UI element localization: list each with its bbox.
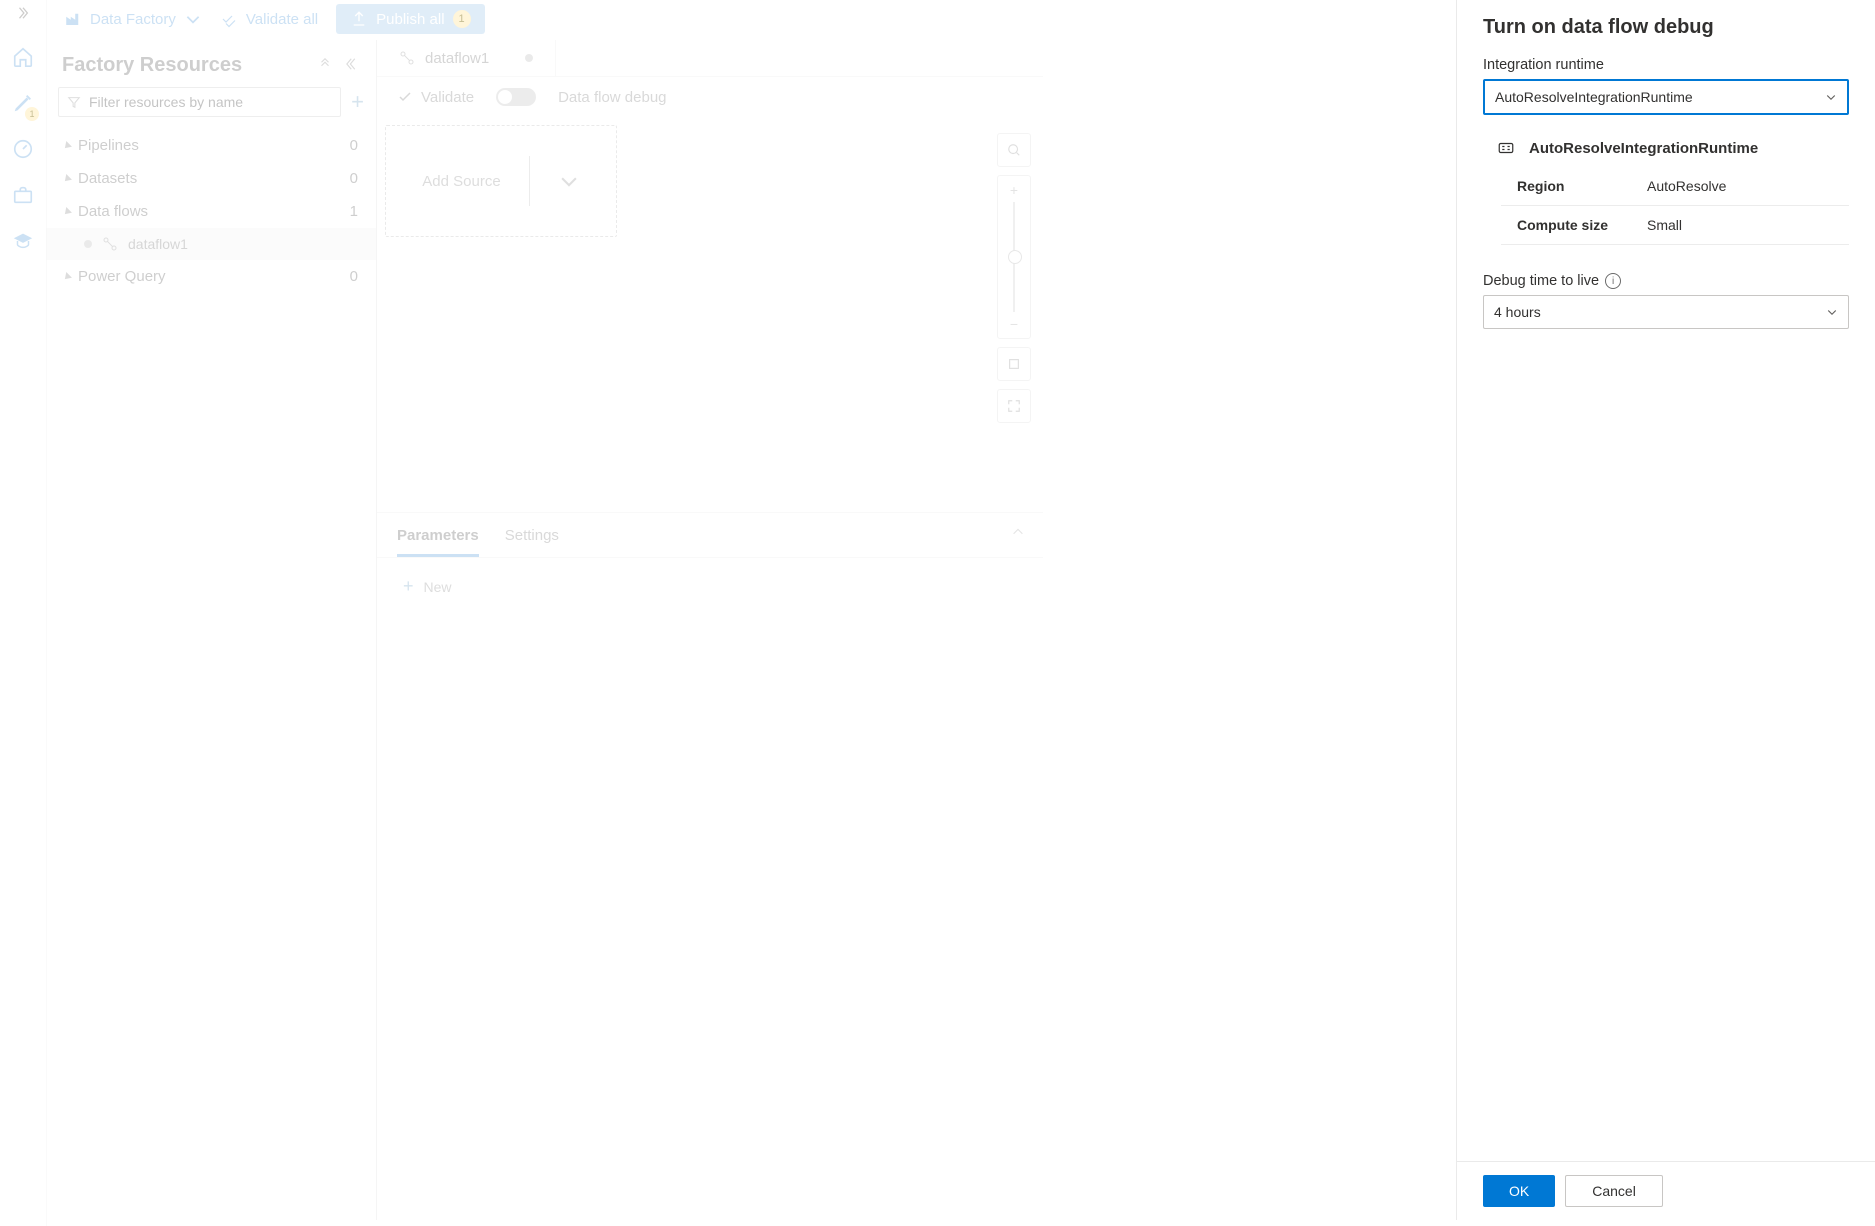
filter-resources-input[interactable] — [58, 87, 341, 117]
dataflow-icon — [399, 50, 415, 66]
home-icon[interactable] — [11, 45, 35, 69]
tab-settings[interactable]: Settings — [505, 527, 559, 557]
dataflow-icon — [102, 236, 118, 252]
validate-button[interactable]: Validate — [397, 89, 474, 106]
fullscreen-button[interactable] — [997, 389, 1031, 423]
validate-all-button[interactable]: Validate all — [220, 10, 318, 28]
debug-toggle-label: Data flow debug — [558, 89, 666, 106]
panel-title: Turn on data flow debug — [1483, 16, 1849, 39]
new-parameter-button[interactable]: + New — [377, 558, 1043, 615]
dataflow-canvas[interactable]: Add Source + − — [377, 117, 1043, 513]
ir-region-row: Region AutoResolve — [1501, 167, 1849, 206]
dataflow-debug-toggle[interactable] — [496, 88, 536, 106]
pencil-badge: 1 — [25, 107, 39, 121]
tab-dirty-dot-icon — [525, 54, 533, 62]
monitor-gauge-icon[interactable] — [11, 137, 35, 161]
factory-label: Data Factory — [90, 11, 176, 28]
top-toolbar: Data Factory Validate all Publish all 1 — [46, 0, 485, 38]
manage-toolbox-icon[interactable] — [11, 183, 35, 207]
filter-icon — [67, 95, 81, 109]
ttl-select[interactable]: 4 hours — [1483, 295, 1849, 329]
search-canvas-button[interactable] — [997, 133, 1031, 167]
integration-runtime-label: Integration runtime — [1483, 57, 1849, 73]
info-icon[interactable]: i — [1605, 273, 1621, 289]
editor-area: dataflow1 Validate Data flow debug Add S… — [376, 40, 1043, 1220]
integration-runtime-select[interactable]: AutoResolveIntegrationRuntime — [1483, 79, 1849, 115]
chevron-down-icon — [184, 10, 202, 28]
collapse-all-icon[interactable] — [318, 57, 332, 74]
tree-section-dataflows[interactable]: Data flows 1 — [46, 195, 376, 228]
check-icon — [397, 89, 413, 105]
chevron-down-icon — [1825, 91, 1837, 103]
factory-dropdown[interactable]: Data Factory — [64, 10, 202, 28]
tree-section-pipelines[interactable]: Pipelines 0 — [46, 129, 376, 162]
unsaved-dot-icon — [84, 240, 92, 248]
tree-item-dataflow1[interactable]: dataflow1 — [46, 228, 376, 260]
resources-title: Factory Resources — [62, 54, 242, 77]
integration-runtime-icon — [1497, 139, 1515, 157]
editor-tabbar: dataflow1 — [377, 40, 1043, 77]
debug-panel: Turn on data flow debug Integration runt… — [1456, 0, 1875, 1220]
editor-tab-dataflow1[interactable]: dataflow1 — [377, 40, 556, 76]
author-pencil-icon[interactable]: 1 — [11, 91, 35, 115]
fit-to-screen-button[interactable] — [997, 347, 1031, 381]
publish-count-badge: 1 — [453, 10, 471, 28]
add-resource-button[interactable]: + — [351, 89, 364, 115]
expand-rail-icon[interactable] — [16, 6, 30, 23]
zoom-slider[interactable]: + − — [997, 175, 1031, 339]
collapse-bottom-panel-icon[interactable] — [1011, 525, 1025, 543]
publish-all-button[interactable]: Publish all 1 — [336, 4, 484, 34]
ttl-label: Debug time to livei — [1483, 273, 1849, 289]
learn-graduation-icon[interactable] — [11, 229, 35, 253]
add-source-node[interactable]: Add Source — [385, 125, 617, 237]
ir-compute-row: Compute size Small — [1501, 206, 1849, 245]
tab-parameters[interactable]: Parameters — [397, 527, 479, 557]
selected-ir-header: AutoResolveIntegrationRuntime — [1497, 139, 1849, 157]
tree-section-datasets[interactable]: Datasets 0 — [46, 162, 376, 195]
left-nav-rail: 1 — [0, 0, 47, 1226]
zoom-thumb[interactable] — [1008, 250, 1022, 264]
cancel-button[interactable]: Cancel — [1565, 1175, 1663, 1207]
ok-button[interactable]: OK — [1483, 1175, 1555, 1207]
factory-resources-panel: Factory Resources + Pipelines 0 Datasets… — [46, 40, 377, 1220]
tree-section-powerquery[interactable]: Power Query 0 — [46, 260, 376, 293]
canvas-zoom-controls: + − — [997, 133, 1031, 431]
chevron-down-icon — [1826, 306, 1838, 318]
collapse-panel-icon[interactable] — [346, 57, 360, 74]
chevron-down-icon — [558, 170, 580, 192]
